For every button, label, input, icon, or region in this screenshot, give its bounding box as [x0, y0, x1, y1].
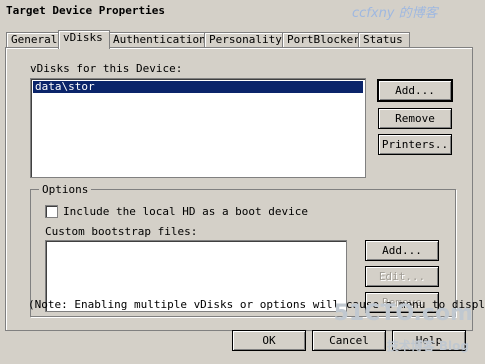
vdisks-listbox[interactable]: data\stor [30, 78, 366, 178]
vdisk-remove-button[interactable]: Remove [378, 108, 452, 129]
watermark-tagline: 技术博客 Blog [386, 339, 469, 353]
bootstrap-edit-button[interactable]: Edit... [365, 266, 439, 287]
tab-status[interactable]: Status [358, 32, 410, 48]
watermark-site: 51CTO.com [333, 301, 473, 326]
options-legend: Options [39, 183, 92, 196]
include-local-hd-checkbox[interactable] [45, 205, 58, 218]
tab-vdisks[interactable]: vDisks [58, 30, 110, 49]
vdisks-label: vDisks for this Device: [30, 62, 183, 75]
ok-button[interactable]: OK [232, 330, 306, 351]
include-local-hd-label[interactable]: Include the local HD as a boot device [63, 205, 308, 218]
vdisk-add-button[interactable]: Add... [377, 79, 453, 102]
vdisk-item[interactable]: data\stor [33, 81, 363, 93]
title-bar: Target Device Properties ccfxny 的博客 [0, 0, 485, 23]
printers-button[interactable]: Printers.. [378, 134, 452, 155]
tab-portblocker[interactable]: PortBlocker [282, 32, 364, 48]
custom-bootstrap-label: Custom bootstrap files: [45, 225, 198, 238]
tab-general[interactable]: General [6, 32, 62, 48]
tab-panel-vdisks: vDisks for this Device: data\stor Add...… [5, 47, 473, 331]
tab-personality[interactable]: Personality [204, 32, 286, 48]
dialog-client: General vDisks Authentication Personalit… [0, 22, 485, 364]
cancel-button[interactable]: Cancel [312, 330, 386, 351]
bootstrap-add-button[interactable]: Add... [365, 240, 439, 261]
watermark-top: ccfxny 的博客 [352, 6, 438, 21]
window-title: Target Device Properties [6, 4, 165, 17]
tab-authentication[interactable]: Authentication [108, 32, 210, 48]
